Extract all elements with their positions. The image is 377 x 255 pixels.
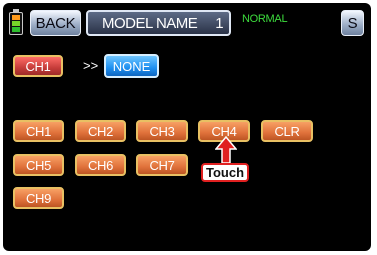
channel-button-ch7[interactable]: CH7 [136,154,188,176]
back-button[interactable]: BACK [30,10,81,36]
model-number: 1 [215,14,224,32]
flight-mode-label: NORMAL [242,13,288,25]
clear-button[interactable]: CLR [261,120,313,142]
channel-button-ch9[interactable]: CH9 [13,187,64,209]
channel-button-ch3[interactable]: CH3 [136,120,188,142]
s-button[interactable]: S [341,10,364,36]
model-name-label: MODEL NAME [102,14,198,32]
battery-icon [9,9,23,35]
channel-button-ch5[interactable]: CH5 [13,154,64,176]
up-arrow-icon [215,136,237,164]
target-none-button[interactable]: NONE [104,54,159,78]
arrow-separator: >> [83,58,99,73]
source-channel-button[interactable]: CH1 [13,55,63,77]
transmitter-screen: BACK MODEL NAME 1 NORMAL S CH1 >> NONE C… [3,3,371,251]
model-name-display[interactable]: MODEL NAME 1 [86,10,231,36]
channel-button-ch2[interactable]: CH2 [75,120,126,142]
channel-button-ch6[interactable]: CH6 [75,154,126,176]
channel-button-ch1[interactable]: CH1 [13,120,64,142]
touch-callout: Touch [201,163,249,182]
